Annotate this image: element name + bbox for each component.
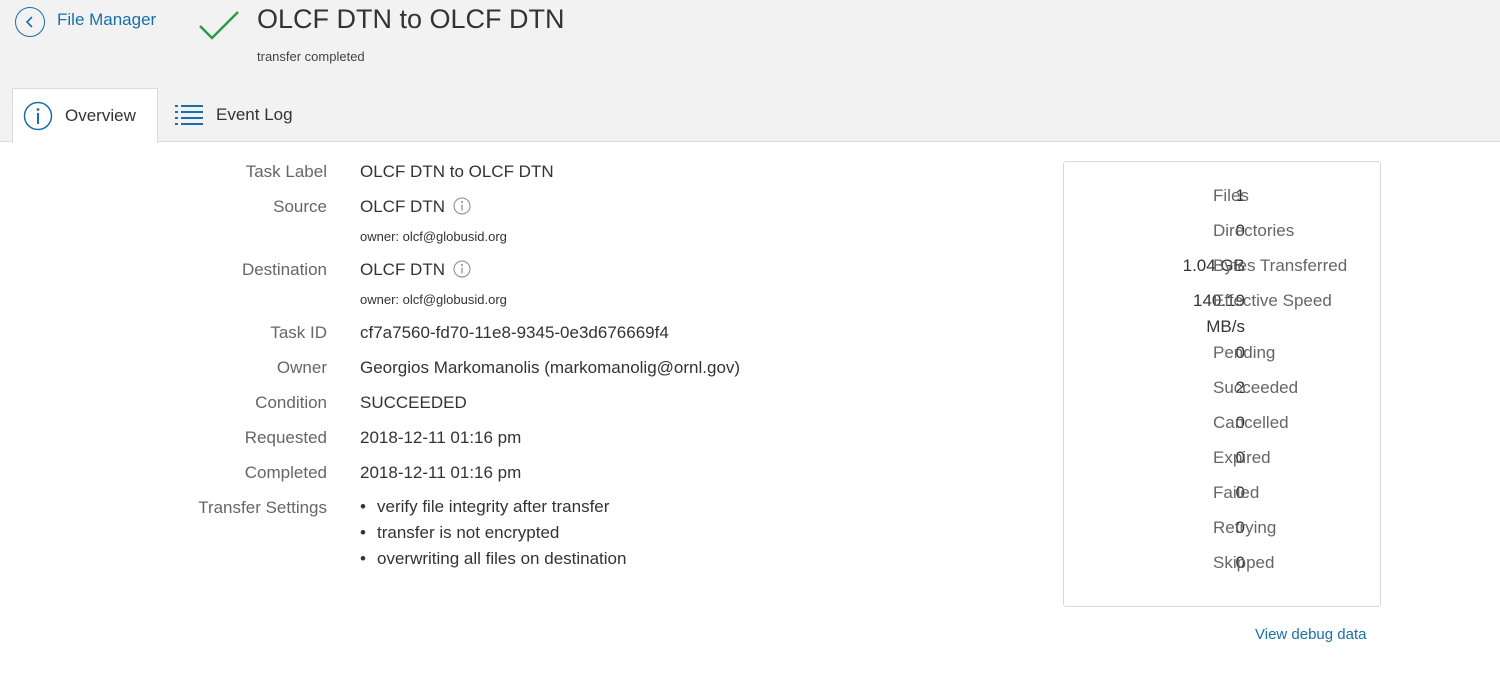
list-item: overwriting all files on destination (360, 546, 626, 572)
requested-value: 2018-12-11 01:16 pm (360, 428, 522, 447)
chevron-left-icon (15, 7, 45, 37)
source-endpoint-name: OLCF DTN (360, 197, 445, 216)
task-label-value: OLCF DTN to OLCF DTN (360, 162, 554, 181)
stat-label: Files (1213, 186, 1249, 205)
checkmark-icon (199, 11, 239, 40)
completed-value: 2018-12-11 01:16 pm (360, 463, 522, 482)
destination-value: OLCF DTN (360, 260, 471, 280)
stat-label: Cancelled (1213, 413, 1289, 432)
list-item: verify file integrity after transfer (360, 494, 626, 520)
transfer-stats-panel: 1 Files 0 Directories 1.04 GB Bytes Tran… (1063, 161, 1381, 607)
destination-owner: owner: olcf@globusid.org (360, 292, 507, 307)
stat-label: Effective Speed (1213, 291, 1332, 310)
task-status-text: transfer completed (257, 49, 365, 64)
task-label-label: Task Label (245, 162, 327, 181)
destination-label: Destination (241, 260, 327, 279)
stat-label: Skipped (1213, 553, 1275, 572)
info-icon[interactable] (453, 260, 471, 278)
stat-label: Bytes Transferred (1213, 256, 1348, 275)
condition-label: Condition (255, 393, 327, 412)
list-icon (174, 100, 204, 130)
task-id-value: cf7a7560-fd70-11e8-9345-0e3d676669f4 (360, 323, 669, 342)
transfer-settings-list: verify file integrity after transfer tra… (360, 494, 626, 572)
tab-overview[interactable]: Overview (12, 88, 158, 143)
tab-event-log-label: Event Log (216, 105, 293, 124)
stat-label: Pending (1213, 343, 1276, 362)
destination-endpoint-name: OLCF DTN (360, 260, 445, 279)
owner-label: Owner (276, 358, 327, 377)
stat-label: Expired (1213, 448, 1271, 467)
requested-label: Requested (244, 428, 327, 447)
completed-label: Completed (244, 463, 327, 482)
task-header: File Manager OLCF DTN to OLCF DTN transf… (0, 0, 1500, 143)
task-detail-page: File Manager OLCF DTN to OLCF DTN transf… (0, 0, 1500, 683)
owner-value: Georgios Markomanolis (markomanolig@ornl… (360, 358, 741, 377)
tab-bar: Overview Event Log (12, 88, 309, 143)
source-owner: owner: olcf@globusid.org (360, 229, 507, 244)
back-to-file-manager-link[interactable]: File Manager (15, 7, 156, 37)
stat-value-unit: MB/s (1206, 317, 1245, 336)
info-circle-icon (23, 101, 53, 131)
page-title: OLCF DTN to OLCF DTN (257, 4, 565, 34)
stat-label: Retrying (1213, 518, 1277, 537)
list-item: transfer is not encrypted (360, 520, 626, 546)
transfer-settings-label: Transfer Settings (198, 498, 327, 517)
stat-label: Succeeded (1213, 378, 1299, 397)
tab-event-log[interactable]: Event Log (158, 88, 309, 142)
stat-label: Failed (1213, 483, 1260, 502)
view-debug-data-link[interactable]: View debug data (1255, 626, 1366, 643)
info-icon[interactable] (453, 197, 471, 215)
tab-overview-label: Overview (65, 106, 136, 125)
source-label: Source (273, 197, 327, 216)
back-link-label: File Manager (57, 10, 157, 29)
stat-label: Directories (1213, 221, 1295, 240)
source-value: OLCF DTN (360, 197, 471, 217)
task-id-label: Task ID (270, 323, 327, 342)
condition-value: SUCCEEDED (360, 393, 467, 412)
